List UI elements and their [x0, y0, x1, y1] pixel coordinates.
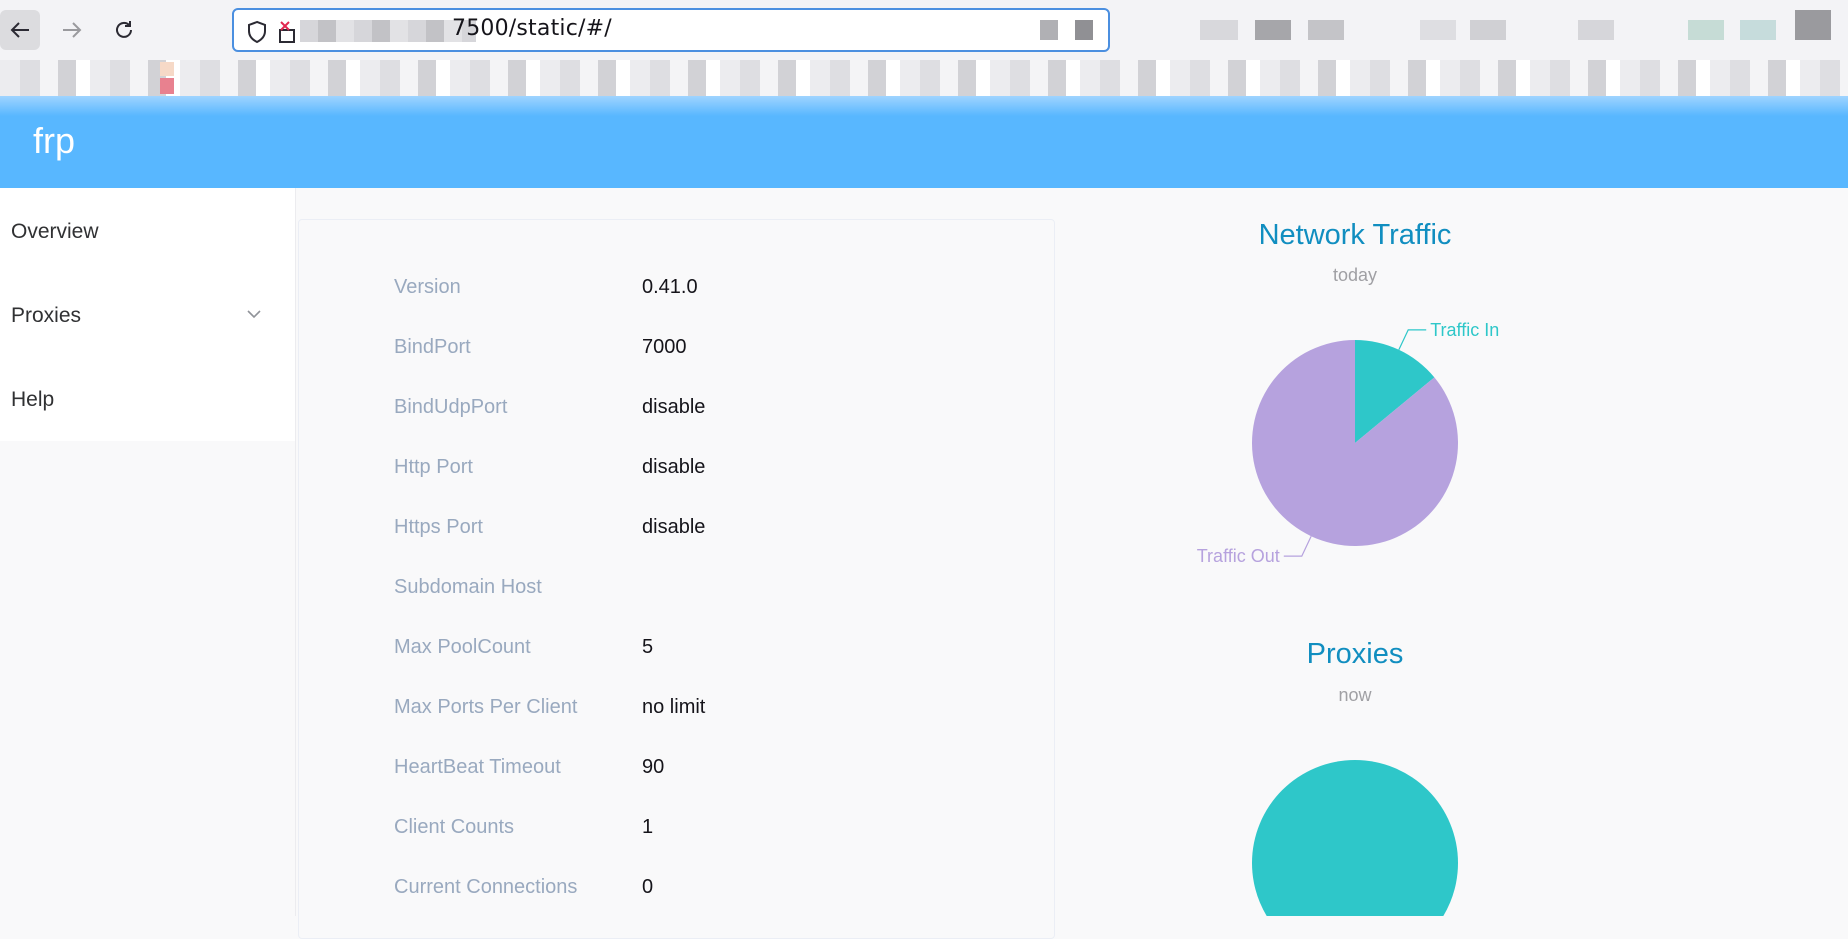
redacted-toolbar-block [1255, 20, 1291, 40]
redacted-toolbar-block [1740, 20, 1776, 40]
insecure-lock-icon[interactable] [278, 20, 296, 44]
info-value: 1 [642, 816, 654, 838]
server-info-panel: Version 0.41.0 BindPort 7000 BindUdpPort… [298, 219, 1055, 939]
sidebar-item-proxies[interactable]: Proxies [11, 304, 81, 328]
redacted-toolbar-block [1470, 20, 1506, 40]
back-button[interactable] [0, 10, 40, 50]
url-bar[interactable]: 7500/static/#/ [232, 8, 1110, 52]
info-label: BindPort [394, 336, 471, 358]
info-label: Max Ports Per Client [394, 696, 578, 718]
redacted-toolbar-block [1200, 20, 1238, 40]
bookmark-favicon [160, 62, 174, 76]
info-label: Current Connections [394, 876, 578, 898]
info-row-https-port: Https Port disable [299, 516, 1056, 546]
bookmark-favicon [160, 78, 174, 94]
chevron-down-icon[interactable] [246, 308, 262, 320]
info-value: disable [642, 516, 706, 538]
info-value: disable [642, 456, 706, 478]
info-value: 90 [642, 756, 665, 778]
info-value: no limit [642, 696, 706, 718]
sidebar-item-help[interactable]: Help [11, 388, 54, 412]
url-text[interactable]: 7500/static/#/ [452, 16, 612, 41]
traffic-chart-subtitle: today [1332, 265, 1378, 285]
app-title[interactable]: frp [33, 120, 75, 162]
redacted-toolbar-block [1308, 20, 1344, 40]
label-leader-line [1398, 329, 1427, 351]
redacted-toolbar-block [1795, 10, 1831, 40]
sidebar: Overview Proxies Help [0, 188, 296, 441]
reload-button[interactable] [104, 10, 144, 50]
pie-slice[interactable] [1252, 760, 1458, 916]
browser-toolbar: 7500/static/#/ [0, 0, 1848, 60]
label-leader-line [1283, 535, 1312, 557]
info-row-bindudpport: BindUdpPort disable [299, 396, 1056, 426]
traffic-pie-chart[interactable]: Traffic In Traffic Out [1155, 310, 1555, 580]
info-row-http-port: Http Port disable [299, 456, 1056, 486]
redacted-toolbar-block [1420, 20, 1456, 40]
forward-button[interactable] [52, 10, 92, 50]
shield-icon[interactable] [246, 20, 268, 44]
redacted-url-host [300, 20, 476, 42]
redacted-toolbar-block [1688, 20, 1724, 40]
redacted-toolbar-block [1040, 20, 1058, 40]
traffic-chart-title: Network Traffic [1258, 219, 1452, 251]
reload-icon [116, 21, 132, 38]
bookmarks-bar [0, 60, 1848, 96]
pie-slice-label: Traffic Out [1197, 546, 1280, 566]
info-row-max-ports-per-client: Max Ports Per Client no limit [299, 696, 1056, 726]
info-row-max-poolcount: Max PoolCount 5 [299, 636, 1056, 666]
info-row-bindport: BindPort 7000 [299, 336, 1056, 366]
redacted-toolbar-block [1578, 20, 1614, 40]
info-label: Https Port [394, 516, 483, 538]
info-label: Http Port [394, 456, 473, 478]
arrow-right-icon [63, 22, 82, 38]
info-label: Client Counts [394, 816, 515, 838]
info-label: Version [394, 276, 461, 298]
proxies-pie-chart[interactable] [1155, 740, 1555, 916]
info-value: 5 [642, 636, 654, 658]
info-row-heartbeat-timeout: HeartBeat Timeout 90 [299, 756, 1056, 786]
sidebar-item-overview[interactable]: Overview [11, 220, 99, 244]
info-row-client-counts: Client Counts 1 [299, 816, 1056, 846]
info-label: Subdomain Host [394, 576, 542, 598]
info-label: BindUdpPort [394, 396, 508, 418]
pie-slice-label: Traffic In [1430, 320, 1499, 340]
info-value: 0.41.0 [642, 276, 698, 298]
redacted-toolbar-block [1075, 20, 1093, 40]
info-row-current-connections: Current Connections 0 [299, 876, 1056, 906]
sidebar-divider [295, 188, 296, 916]
info-value: 7000 [642, 336, 687, 358]
header-highlight [0, 96, 1848, 116]
info-label: HeartBeat Timeout [394, 756, 561, 778]
proxies-chart-subtitle: now [1338, 685, 1372, 705]
proxies-chart-title: Proxies [1306, 638, 1404, 670]
info-row-subdomain-host: Subdomain Host [299, 576, 1056, 606]
info-label: Max PoolCount [394, 636, 531, 658]
info-value: disable [642, 396, 706, 418]
arrow-left-icon [10, 22, 29, 38]
info-row-version: Version 0.41.0 [299, 276, 1056, 306]
info-value: 0 [642, 876, 654, 898]
